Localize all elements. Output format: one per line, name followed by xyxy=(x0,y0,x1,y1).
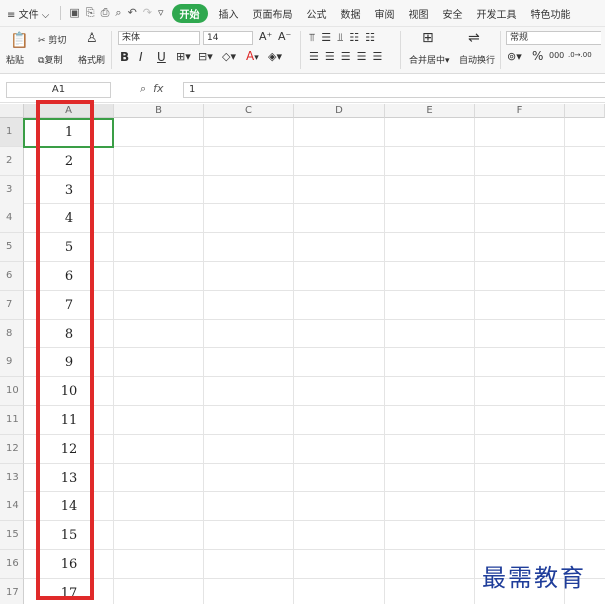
tab-review[interactable]: 审阅 xyxy=(368,6,402,21)
fill-color-icon[interactable]: ◇▾ xyxy=(222,50,236,63)
shrink-font-button[interactable]: A⁻ xyxy=(278,30,291,43)
divider xyxy=(300,31,301,69)
row-header-1[interactable]: 1 xyxy=(0,118,24,147)
bold-button[interactable]: B xyxy=(120,50,129,64)
column-gridline xyxy=(564,118,565,604)
scissors-icon: ✂ xyxy=(38,36,46,46)
tab-insert[interactable]: 插入 xyxy=(212,6,246,21)
tab-data[interactable]: 数据 xyxy=(334,6,368,21)
export-icon[interactable]: ⎘ xyxy=(86,6,95,20)
font-size-select[interactable]: 14 xyxy=(203,31,253,45)
watermark-logo: 最需教育 xyxy=(482,564,586,592)
preview-icon[interactable]: ⌕ xyxy=(115,6,121,20)
print-icon[interactable]: ⎙ xyxy=(101,6,110,20)
tab-view[interactable]: 视图 xyxy=(402,6,436,21)
column-header-b[interactable]: B xyxy=(114,104,204,118)
menu-bar: ≡ 文件 ⌵ ▣ ⎘ ⎙ ⌕ ↶ ↷ ▿ 开始 插入 页面布局 公式 数据 审阅… xyxy=(0,0,605,27)
formula-tools: ⌕ fx xyxy=(140,82,164,96)
file-menu[interactable]: 文件 xyxy=(19,10,39,21)
copy-label: 复制 xyxy=(44,56,63,66)
row-header-5[interactable]: 5 xyxy=(0,233,24,263)
tab-security[interactable]: 安全 xyxy=(436,6,470,21)
cut-label: 剪切 xyxy=(48,36,67,46)
row-header-2[interactable]: 2 xyxy=(0,146,24,176)
highlight-annotation-box xyxy=(36,100,94,600)
merge-center-icon[interactable]: ⊞ xyxy=(422,30,434,46)
merge-center-button[interactable]: 合并居中▾ xyxy=(409,53,450,66)
column-header-c[interactable]: C xyxy=(204,104,294,118)
tab-page-layout[interactable]: 页面布局 xyxy=(246,6,300,21)
grow-font-button[interactable]: A⁺ xyxy=(259,30,272,43)
row-header-14[interactable]: 14 xyxy=(0,492,24,522)
row-header-9[interactable]: 9 xyxy=(0,348,24,378)
row-header-3[interactable]: 3 xyxy=(0,175,24,205)
copy-button[interactable]: ⧉复制 xyxy=(38,53,62,66)
border-icon[interactable]: ⊞▾ xyxy=(176,50,191,63)
tab-formulas[interactable]: 公式 xyxy=(300,6,334,21)
zoom-icon[interactable]: ⌕ xyxy=(140,82,146,95)
cut-button[interactable]: ✂ 剪切 xyxy=(38,33,66,46)
tab-special-features[interactable]: 特色功能 xyxy=(524,6,578,21)
number-format-select[interactable]: 常规 xyxy=(506,31,601,45)
menu-toggle[interactable]: ≡ 文件 ⌵ xyxy=(0,6,56,21)
row-header-10[interactable]: 10 xyxy=(0,377,24,407)
row-header-11[interactable]: 11 xyxy=(0,406,24,435)
paste-button[interactable]: 粘贴 xyxy=(6,53,24,66)
eraser-icon[interactable]: ◈▾ xyxy=(268,50,282,63)
font-name-select[interactable]: 宋体 xyxy=(118,31,200,45)
separator xyxy=(60,6,62,20)
horizontal-align-icons[interactable]: ☰☰☰☰☰ xyxy=(309,50,388,63)
tab-developer[interactable]: 开发工具 xyxy=(470,6,524,21)
underline-button[interactable]: U xyxy=(157,50,166,64)
row-header-6[interactable]: 6 xyxy=(0,262,24,291)
formula-input[interactable]: 1 xyxy=(183,82,605,98)
quick-access: ▣ ⎘ ⎙ ⌕ ↶ ↷ ▿ xyxy=(65,6,167,20)
thousands-button[interactable]: 000 xyxy=(549,51,564,60)
ribbon: 📋 粘贴 ✂ 剪切 ⧉复制 ♙ 格式刷 宋体 14 A⁺ A⁻ B I U ⊞▾… xyxy=(0,27,605,74)
select-all-corner[interactable] xyxy=(0,104,24,118)
column-header-d[interactable]: D xyxy=(294,104,385,118)
currency-icon[interactable]: ⊚▾ xyxy=(507,50,522,63)
name-box[interactable]: A1 xyxy=(6,82,111,98)
wrap-text-icon[interactable]: ⇌ xyxy=(468,30,480,46)
column-header-f[interactable]: F xyxy=(475,104,565,118)
save-icon[interactable]: ▣ xyxy=(69,6,79,20)
merge-center-label: 合并居中 xyxy=(409,56,446,66)
row-header-12[interactable]: 12 xyxy=(0,434,24,464)
divider xyxy=(500,31,501,69)
row-header-7[interactable]: 7 xyxy=(0,290,24,320)
row-header-13[interactable]: 13 xyxy=(0,463,24,493)
increase-decimal-button[interactable]: .0→.00 xyxy=(568,51,592,59)
column-header-partial[interactable] xyxy=(565,104,605,118)
column-gridline xyxy=(474,118,475,604)
italic-button[interactable]: I xyxy=(139,50,143,64)
tab-home[interactable]: 开始 xyxy=(171,3,208,23)
chevron-down-icon: ⌵ xyxy=(41,9,50,21)
row-header-8[interactable]: 8 xyxy=(0,319,24,349)
undo-icon[interactable]: ↶ xyxy=(128,6,137,20)
font-color-icon[interactable]: A▾ xyxy=(246,49,259,63)
format-painter-button[interactable]: 格式刷 xyxy=(78,53,105,66)
column-header-e[interactable]: E xyxy=(385,104,475,118)
format-painter-icon[interactable]: ♙ xyxy=(86,31,98,46)
paste-icon[interactable]: 📋 xyxy=(10,31,29,49)
vertical-align-icons[interactable]: ⫪☰⫫☷☷ xyxy=(309,31,381,45)
hamburger-icon: ≡ xyxy=(7,9,16,21)
customize-icon[interactable]: ▿ xyxy=(158,6,164,20)
column-gridline xyxy=(384,118,385,604)
wrap-text-button[interactable]: 自动换行 xyxy=(459,53,495,66)
merge-borders-icon[interactable]: ⊟▾ xyxy=(198,50,213,63)
column-gridline xyxy=(293,118,294,604)
row-header-17[interactable]: 17 xyxy=(0,578,24,604)
row-header-15[interactable]: 15 xyxy=(0,521,24,551)
chevron-down-icon: ▾ xyxy=(445,56,450,66)
redo-icon[interactable]: ↷ xyxy=(143,6,152,20)
fx-icon[interactable]: fx xyxy=(153,82,163,95)
divider xyxy=(111,31,112,69)
row-header-16[interactable]: 16 xyxy=(0,550,24,579)
percent-button[interactable]: % xyxy=(532,49,543,63)
row-header-4[interactable]: 4 xyxy=(0,204,24,234)
column-gridline xyxy=(203,118,204,604)
divider xyxy=(400,31,401,69)
